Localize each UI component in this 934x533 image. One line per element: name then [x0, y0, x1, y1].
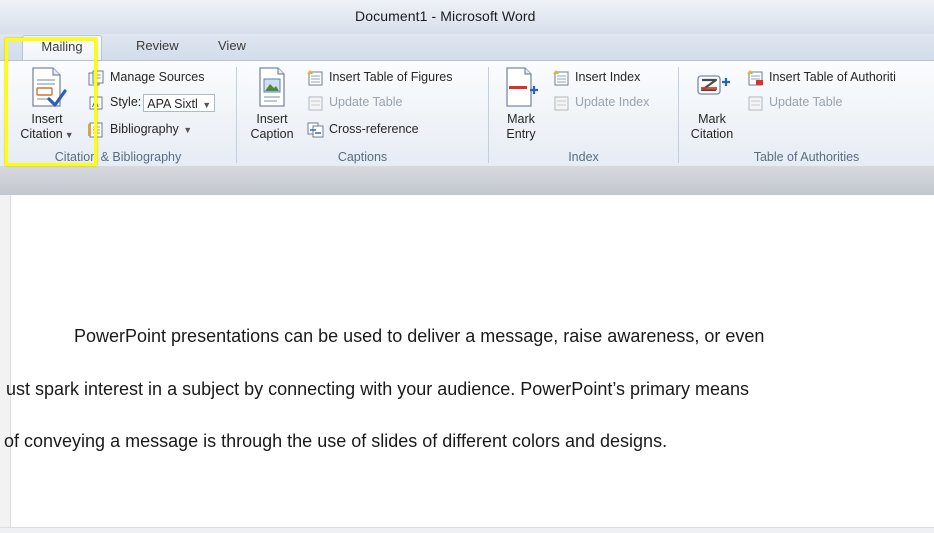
- update-table-figures-label: Update Table: [329, 95, 403, 109]
- insert-index-button[interactable]: Insert Index: [553, 67, 640, 87]
- group-citations-bibliography: Insert Citation ▼ Manage Sources A Style:…: [0, 61, 236, 167]
- document-line-3[interactable]: of conveying a message is through the us…: [4, 431, 667, 452]
- group-label-authorities: Table of Authorities: [753, 150, 860, 164]
- manage-sources-label: Manage Sources: [110, 70, 205, 84]
- page-left-margin: [0, 195, 11, 533]
- mark-entry-label-2: Entry: [506, 127, 536, 141]
- document-line-1[interactable]: PowerPoint presentations can be used to …: [74, 326, 764, 347]
- insert-caption-label-1: Insert: [256, 112, 288, 126]
- ruler-area: [0, 166, 934, 195]
- insert-citation-button[interactable]: Insert Citation ▼: [12, 66, 82, 143]
- update-index-button[interactable]: Update Index: [553, 92, 649, 112]
- bibliography-label: Bibliography: [110, 122, 179, 136]
- insert-table-of-figures-label: Insert Table of Figures: [329, 70, 453, 84]
- chevron-down-icon: ▼: [180, 125, 193, 135]
- tab-review[interactable]: Review: [136, 38, 179, 53]
- update-table-icon: [748, 96, 763, 111]
- insert-caption-button[interactable]: Insert Caption: [243, 66, 301, 142]
- style-value: APA Sixtl: [147, 96, 198, 111]
- group-label-captions: Captions: [337, 150, 388, 164]
- update-index-label: Update Index: [575, 95, 650, 109]
- update-table-authorities-label: Update Table: [769, 95, 843, 109]
- manage-sources-icon: [88, 70, 104, 86]
- update-table-icon: [308, 96, 323, 111]
- group-captions: Insert Caption Insert Table of Figures U…: [237, 61, 488, 167]
- group-label-index: Index: [568, 150, 599, 164]
- tab-mailing[interactable]: Mailing: [22, 35, 102, 60]
- insert-caption-icon: [259, 67, 285, 107]
- insert-index-icon: [553, 69, 569, 86]
- document-line-2[interactable]: ust spark interest in a subject by conne…: [6, 379, 749, 400]
- mark-entry-button[interactable]: Mark Entry: [497, 66, 545, 142]
- style-icon: A: [89, 96, 103, 110]
- mark-citation-button[interactable]: Mark Citation: [683, 66, 741, 142]
- mark-citation-icon: [697, 75, 730, 95]
- insert-table-of-authorities-label: Insert Table of Authoriti: [769, 70, 896, 84]
- update-table-authorities-button[interactable]: Update Table: [747, 92, 842, 112]
- mark-citation-label-1: Mark: [698, 112, 726, 126]
- style-selector[interactable]: A Style: APA Sixtl ▼: [88, 92, 216, 112]
- cross-reference-button[interactable]: Cross-reference: [307, 119, 419, 139]
- insert-table-of-figures-button[interactable]: Insert Table of Figures: [307, 67, 452, 87]
- group-label-citations: Citation & Bibliography: [54, 150, 182, 164]
- bibliography-icon: [88, 122, 103, 138]
- insert-caption-label-2: Caption: [250, 127, 294, 141]
- mark-entry-icon: [506, 67, 538, 107]
- ribbon-tabs: Mailing Review View: [0, 34, 934, 60]
- bibliography-button[interactable]: Bibliography ▼: [88, 119, 192, 139]
- cross-reference-label: Cross-reference: [329, 122, 419, 136]
- ribbon: Insert Citation ▼ Manage Sources A Style:…: [0, 60, 934, 168]
- style-label: Style:: [110, 95, 142, 109]
- insert-citation-label-1: Insert: [31, 112, 63, 126]
- style-dropdown[interactable]: APA Sixtl ▼: [143, 93, 216, 112]
- mark-entry-label-1: Mark: [507, 112, 535, 126]
- table-of-authorities-icon: [747, 69, 763, 86]
- manage-sources-button[interactable]: Manage Sources: [88, 67, 205, 87]
- bottom-edge: [0, 527, 934, 533]
- chevron-down-icon: ▼: [64, 130, 74, 140]
- table-of-figures-icon: [307, 69, 323, 86]
- word-window: Document1 - Microsoft Word Mailing Revie…: [0, 0, 934, 533]
- chevron-down-icon: ▼: [199, 99, 212, 110]
- group-table-of-authorities: Mark Citation Insert Table of Authoriti …: [679, 61, 934, 167]
- insert-index-label: Insert Index: [575, 70, 641, 84]
- mark-citation-label-2: Citation: [690, 127, 734, 141]
- svg-text:A: A: [92, 99, 99, 110]
- update-index-icon: [554, 96, 569, 111]
- title-bar: Document1 - Microsoft Word: [0, 0, 934, 34]
- group-index: Mark Entry Insert Index Update Index Ind…: [489, 61, 678, 167]
- insert-table-of-authorities-button[interactable]: Insert Table of Authoriti: [747, 67, 896, 87]
- window-title: Document1 - Microsoft Word: [355, 8, 536, 24]
- tab-view[interactable]: View: [218, 38, 246, 53]
- update-table-figures-button[interactable]: Update Table: [307, 92, 402, 112]
- cross-reference-icon: [307, 122, 324, 138]
- insert-citation-label-2: Citation: [20, 127, 63, 141]
- insert-citation-icon: [32, 67, 67, 107]
